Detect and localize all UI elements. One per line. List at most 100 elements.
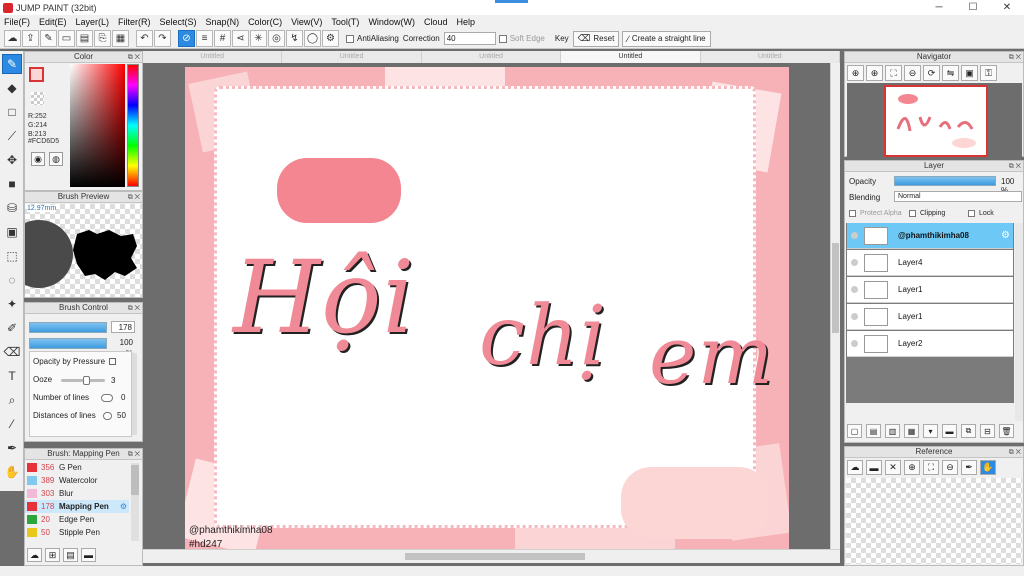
straight-line-button[interactable]: ∕ Create a straight line — [622, 30, 711, 47]
layer-row-layer2[interactable]: Layer2 — [847, 331, 1013, 357]
document-icon[interactable]: ▤ — [76, 30, 93, 47]
distances-of-lines-toggle[interactable] — [103, 412, 112, 420]
reset-button[interactable]: ⌫ Reset — [572, 30, 620, 47]
zoom-actual-icon[interactable]: ⛶ — [923, 460, 939, 475]
gear-icon[interactable]: ⚙ — [120, 502, 127, 511]
fill-shape-tool-icon[interactable]: ■ — [2, 174, 22, 194]
navigator-view[interactable] — [847, 83, 1022, 157]
bucket-tool-icon[interactable]: ⛁ — [2, 198, 22, 218]
blending-select[interactable]: Normal — [894, 191, 1022, 202]
brush-item-watercolor[interactable]: 389 Watercolor — [25, 474, 129, 487]
ooze-slider-knob[interactable] — [83, 376, 90, 385]
rotate-icon[interactable]: ⟳ — [923, 65, 940, 81]
snap-curve-icon[interactable]: ↯ — [286, 30, 303, 47]
canvas-horizontal-scrollbar[interactable] — [143, 549, 840, 563]
brush-item-g-pen[interactable]: 356 G Pen — [25, 461, 129, 474]
comment-icon[interactable]: ✎ — [40, 30, 57, 47]
zoom-out-icon[interactable]: ⊖ — [942, 460, 958, 475]
lock-checkbox[interactable] — [968, 210, 975, 217]
palette-icon[interactable]: ◉ — [31, 152, 45, 166]
visibility-icon[interactable] — [851, 232, 858, 239]
flip-icon[interactable]: ⇋ — [942, 65, 959, 81]
select-eraser-tool-icon[interactable]: ⌫ — [2, 342, 22, 362]
select-pen-tool-icon[interactable]: ✐ — [2, 318, 22, 338]
snap-off-icon[interactable]: ⊘ — [178, 30, 195, 47]
brush-size-value[interactable]: 178 — [111, 321, 135, 333]
menu-select[interactable]: Select(S) — [160, 17, 197, 27]
hand-tool-icon[interactable]: ✋ — [2, 462, 22, 482]
new-tone-layer-icon[interactable]: ▦ — [904, 424, 919, 438]
magic-wand-tool-icon[interactable]: ✦ — [2, 294, 22, 314]
opacity-by-pressure-checkbox[interactable] — [109, 358, 117, 366]
visibility-icon[interactable] — [851, 340, 858, 347]
close-button[interactable]: ✕ — [990, 0, 1024, 15]
color-picker-icon[interactable]: ◍ — [49, 152, 63, 166]
layer-list-scrollbar[interactable] — [1015, 223, 1023, 421]
redo-icon[interactable]: ↷ — [154, 30, 171, 47]
hand-icon[interactable]: ✋ — [980, 460, 996, 475]
zoom-out-icon[interactable]: ⊖ — [904, 65, 921, 81]
soft-edge-checkbox[interactable] — [498, 34, 507, 43]
brush-menu-icon[interactable]: ▤ — [63, 548, 78, 562]
tab-untitled-5[interactable]: Untitled — [701, 51, 841, 63]
layer-row-layer1-a[interactable]: Layer1 — [847, 277, 1013, 303]
panel-window-icons[interactable]: ⧉ ✕ — [128, 450, 140, 460]
scrollbar-thumb[interactable] — [832, 243, 839, 333]
brush-list-scrollbar[interactable] — [131, 463, 139, 541]
zoom-actual-icon[interactable]: ⛶ — [885, 65, 902, 81]
snap-circle-icon[interactable]: ◎ — [268, 30, 285, 47]
menu-cloud[interactable]: Cloud — [424, 17, 448, 27]
menu-filter[interactable]: Filter(R) — [118, 17, 151, 27]
brush-item-blur[interactable]: 303 Blur — [25, 487, 129, 500]
gear-icon[interactable]: ⚙ — [1001, 230, 1010, 241]
correction-input[interactable]: 40 — [443, 32, 496, 45]
zoom-in-icon[interactable]: ⊕ — [904, 460, 920, 475]
new-layer-icon[interactable]: ▢ — [847, 424, 862, 438]
grid-icon[interactable]: ▦ — [112, 30, 129, 47]
brush-opacity-bar[interactable] — [29, 338, 107, 349]
add-brush-icon[interactable]: ⊞ — [45, 548, 60, 562]
panel-window-icons[interactable]: ⧉ ✕ — [128, 53, 140, 63]
eraser-tool-icon[interactable]: ◆ — [2, 78, 22, 98]
snap-ellipse-icon[interactable]: ◯ — [304, 30, 321, 47]
panel-window-icons[interactable]: ⧉ ✕ — [128, 304, 140, 314]
cloud-brush-icon[interactable]: ☁ — [27, 548, 42, 562]
tab-untitled-3[interactable]: Untitled — [422, 51, 562, 63]
foreground-color-swatch[interactable] — [29, 67, 44, 82]
tab-untitled-4[interactable]: Untitled — [561, 51, 701, 63]
menu-layer[interactable]: Layer(L) — [76, 17, 110, 27]
maximize-button[interactable]: ☐ — [956, 0, 990, 15]
menu-edit[interactable]: Edit(E) — [39, 17, 67, 27]
layer-row-layer4[interactable]: Layer4 — [847, 250, 1013, 276]
tab-untitled-2[interactable]: Untitled — [282, 51, 422, 63]
new-8bit-layer-icon[interactable]: ▤ — [866, 424, 881, 438]
brush-opacity-slider[interactable]: 100 % — [29, 338, 133, 358]
line-tool-icon[interactable]: ⟋ — [2, 126, 22, 146]
saturation-value-picker[interactable] — [70, 64, 125, 187]
panel-window-icons[interactable]: ⧉ ✕ — [128, 193, 140, 203]
upload-icon[interactable]: ⇪ — [22, 30, 39, 47]
open-folder-icon[interactable]: ▬ — [866, 460, 882, 475]
duplicate-layer-icon[interactable]: ⧉ — [961, 424, 976, 438]
snap-settings-icon[interactable]: ⚙ — [322, 30, 339, 47]
antialiasing-checkbox[interactable] — [346, 34, 354, 43]
brush-item-stipple-pen[interactable]: 50 Stipple Pen — [25, 526, 129, 539]
pick-color-icon[interactable]: ✒ — [961, 460, 977, 475]
visibility-icon[interactable] — [851, 313, 858, 320]
brush-control-scrollbar[interactable] — [132, 353, 137, 435]
brush-size-bar[interactable] — [29, 322, 107, 333]
menu-help[interactable]: Help — [456, 17, 475, 27]
text-tool-icon[interactable]: T — [2, 366, 22, 386]
brush-item-edge-pen[interactable]: 20 Edge Pen — [25, 513, 129, 526]
folder-icon[interactable]: ▬ — [942, 424, 957, 438]
number-of-lines-toggle[interactable] — [101, 394, 113, 402]
protect-alpha-checkbox[interactable] — [849, 210, 856, 217]
canvas-viewport[interactable]: Hội chị em @phamthikimha08 #hd247 — [143, 63, 830, 549]
undo-icon[interactable]: ↶ — [136, 30, 153, 47]
brush-size-slider[interactable]: 178 — [29, 321, 135, 333]
opacity-by-pressure-row[interactable]: Opacity by Pressure — [33, 357, 117, 366]
lock-option[interactable]: Lock — [968, 210, 994, 217]
cloud-icon[interactable]: ☁ — [4, 30, 21, 47]
snap-vanishing-icon[interactable]: ⋖ — [232, 30, 249, 47]
zoom-in-icon[interactable]: ⊕ — [847, 65, 864, 81]
